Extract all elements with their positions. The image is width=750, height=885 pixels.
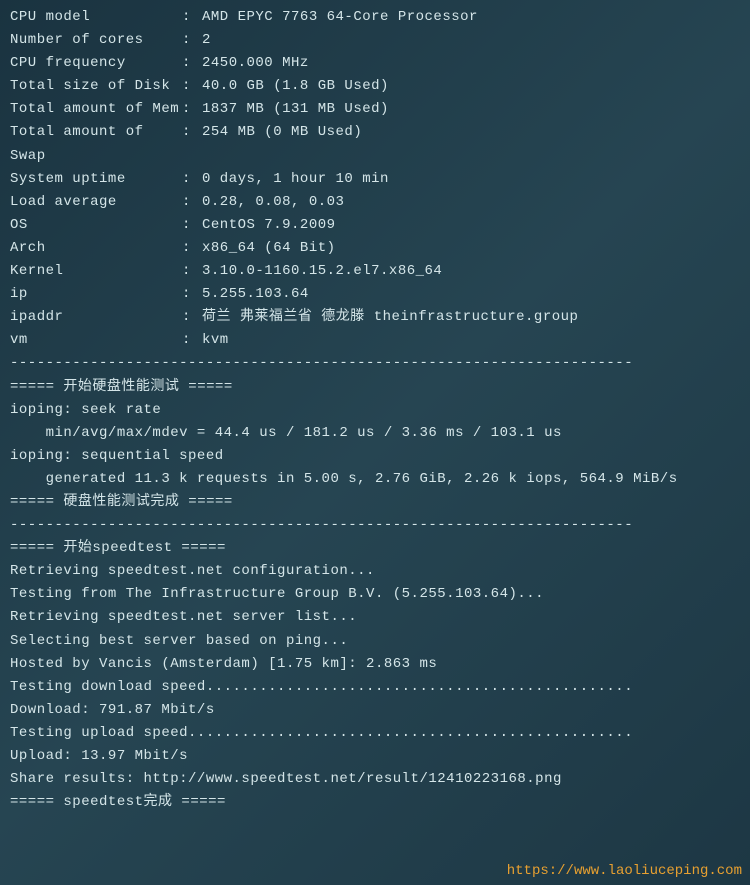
sysinfo-label: CPU frequency [10, 52, 182, 75]
separator-line: ----------------------------------------… [10, 352, 740, 375]
sysinfo-value: 5.255.103.64 [202, 283, 309, 306]
colon: : [182, 329, 202, 352]
sysinfo-label: OS [10, 214, 182, 237]
sysinfo-load: Load average: 0.28, 0.08, 0.03 [10, 191, 740, 214]
speedtest-header: ===== 开始speedtest ===== [10, 537, 740, 560]
sysinfo-value: 0.28, 0.08, 0.03 [202, 191, 344, 214]
separator-line: ----------------------------------------… [10, 514, 740, 537]
sysinfo-swap: Total amount of Swap: 254 MB (0 MB Used) [10, 121, 740, 167]
speedtest-footer: ===== speedtest完成 ===== [10, 791, 740, 814]
sysinfo-kernel: Kernel: 3.10.0-1160.15.2.el7.x86_64 [10, 260, 740, 283]
speedtest-hosted-by: Hosted by Vancis (Amsterdam) [1.75 km]: … [10, 653, 740, 676]
colon: : [182, 306, 202, 329]
speedtest-share-link: Share results: http://www.speedtest.net/… [10, 768, 740, 791]
sysinfo-value: 2450.000 MHz [202, 52, 309, 75]
colon: : [182, 283, 202, 306]
colon: : [182, 75, 202, 98]
ioping-seek-label: ioping: seek rate [10, 399, 740, 422]
sysinfo-value: kvm [202, 329, 229, 352]
sysinfo-value: x86_64 (64 Bit) [202, 237, 336, 260]
sysinfo-disk: Total size of Disk: 40.0 GB (1.8 GB Used… [10, 75, 740, 98]
terminal-output: CPU model: AMD EPYC 7763 64-Core Process… [10, 6, 740, 814]
sysinfo-value: 1837 MB (131 MB Used) [202, 98, 389, 121]
colon: : [182, 29, 202, 52]
speedtest-download-result: Download: 791.87 Mbit/s [10, 699, 740, 722]
ioping-seek-result: min/avg/max/mdev = 44.4 us / 181.2 us / … [10, 422, 740, 445]
sysinfo-ip: ip: 5.255.103.64 [10, 283, 740, 306]
speedtest-testing-download: Testing download speed..................… [10, 676, 740, 699]
sysinfo-label: ipaddr [10, 306, 182, 329]
sysinfo-value: AMD EPYC 7763 64-Core Processor [202, 6, 478, 29]
sysinfo-vm: vm: kvm [10, 329, 740, 352]
sysinfo-num-cores: Number of cores: 2 [10, 29, 740, 52]
sysinfo-cpu-model: CPU model: AMD EPYC 7763 64-Core Process… [10, 6, 740, 29]
ioping-sequential-result: generated 11.3 k requests in 5.00 s, 2.7… [10, 468, 740, 491]
sysinfo-label: ip [10, 283, 182, 306]
speedtest-upload-result: Upload: 13.97 Mbit/s [10, 745, 740, 768]
sysinfo-cpu-freq: CPU frequency: 2450.000 MHz [10, 52, 740, 75]
colon: : [182, 6, 202, 29]
colon: : [182, 168, 202, 191]
sysinfo-label: Number of cores [10, 29, 182, 52]
sysinfo-value: 0 days, 1 hour 10 min [202, 168, 389, 191]
colon: : [182, 98, 202, 121]
colon: : [182, 121, 202, 167]
speedtest-selecting: Selecting best server based on ping... [10, 630, 740, 653]
colon: : [182, 237, 202, 260]
watermark-url: https://www.laoliuceping.com [507, 860, 742, 883]
sysinfo-os: OS: CentOS 7.9.2009 [10, 214, 740, 237]
sysinfo-value: 3.10.0-1160.15.2.el7.x86_64 [202, 260, 442, 283]
sysinfo-label: Total size of Disk [10, 75, 182, 98]
disk-test-header: ===== 开始硬盘性能测试 ===== [10, 376, 740, 399]
sysinfo-value: 40.0 GB (1.8 GB Used) [202, 75, 389, 98]
sysinfo-value: CentOS 7.9.2009 [202, 214, 336, 237]
sysinfo-label: Total amount of Swap [10, 121, 182, 167]
ioping-sequential-label: ioping: sequential speed [10, 445, 740, 468]
speedtest-retrieving-servers: Retrieving speedtest.net server list... [10, 606, 740, 629]
sysinfo-arch: Arch: x86_64 (64 Bit) [10, 237, 740, 260]
sysinfo-label: Load average [10, 191, 182, 214]
colon: : [182, 214, 202, 237]
sysinfo-uptime: System uptime: 0 days, 1 hour 10 min [10, 168, 740, 191]
colon: : [182, 52, 202, 75]
sysinfo-value: 254 MB (0 MB Used) [202, 121, 362, 167]
sysinfo-ipaddr: ipaddr: 荷兰 弗莱福兰省 德龙滕 theinfrastructure.g… [10, 306, 740, 329]
sysinfo-label: Arch [10, 237, 182, 260]
colon: : [182, 260, 202, 283]
sysinfo-mem: Total amount of Mem: 1837 MB (131 MB Use… [10, 98, 740, 121]
sysinfo-label: Total amount of Mem [10, 98, 182, 121]
sysinfo-label: Kernel [10, 260, 182, 283]
sysinfo-label: CPU model [10, 6, 182, 29]
sysinfo-label: System uptime [10, 168, 182, 191]
sysinfo-value: 2 [202, 29, 211, 52]
speedtest-testing-upload: Testing upload speed....................… [10, 722, 740, 745]
colon: : [182, 191, 202, 214]
sysinfo-label: vm [10, 329, 182, 352]
speedtest-testing-from: Testing from The Infrastructure Group B.… [10, 583, 740, 606]
speedtest-retrieving-config: Retrieving speedtest.net configuration..… [10, 560, 740, 583]
sysinfo-value: 荷兰 弗莱福兰省 德龙滕 theinfrastructure.group [202, 306, 578, 329]
disk-test-footer: ===== 硬盘性能测试完成 ===== [10, 491, 740, 514]
